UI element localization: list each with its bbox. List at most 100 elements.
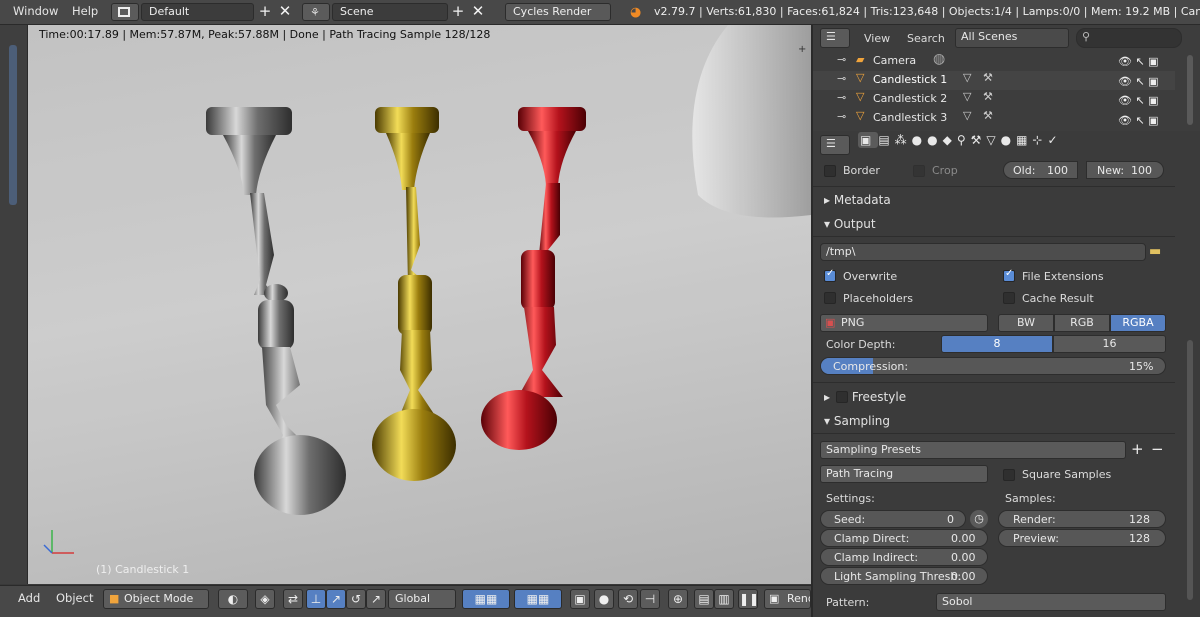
color-depth-label: Color Depth: xyxy=(826,338,896,351)
file-extensions-label: File Extensions xyxy=(1022,270,1104,283)
expand-icon: ⊸ xyxy=(837,110,847,123)
overwrite-checkbox[interactable]: ✓ xyxy=(824,268,836,282)
outliner-filter-select[interactable]: All Scenes xyxy=(955,28,1069,48)
manipulator-toggle-icon[interactable]: ⇄ xyxy=(283,589,303,609)
pattern-select[interactable]: Sobol xyxy=(936,593,1166,611)
proportional-icon[interactable]: ⊕ xyxy=(668,589,688,609)
tool-shelf-strip[interactable] xyxy=(0,25,28,584)
color-mode-bw[interactable]: BW xyxy=(998,314,1054,332)
placeholders-checkbox[interactable] xyxy=(824,292,836,304)
screen-layout-icon[interactable] xyxy=(111,3,139,21)
square-samples-label: Square Samples xyxy=(1022,468,1112,481)
render-anim-icon[interactable]: ▥ xyxy=(714,589,734,609)
rotate-icon[interactable]: ↺ xyxy=(346,589,366,609)
object-menu[interactable]: Object xyxy=(56,591,93,605)
square-samples-checkbox[interactable] xyxy=(1003,469,1015,481)
pause-icon[interactable]: ❚❚ xyxy=(738,589,759,609)
wrench-icon: ⚒ xyxy=(983,90,993,103)
outliner-editor-type-icon[interactable]: ☰ xyxy=(820,28,850,48)
add-menu[interactable]: Add xyxy=(18,591,40,605)
properties-tabs[interactable]: ▣ ▤⁂●●◆⚲⚒▽●▦⊹✓ xyxy=(858,132,1098,155)
output-panel-header[interactable]: ▾ Output xyxy=(824,217,876,231)
close-screen-icon[interactable]: ✕ xyxy=(276,3,294,21)
seed-clock-icon[interactable]: ◷ xyxy=(970,510,988,528)
integrator-select[interactable]: Path Tracing xyxy=(820,465,988,483)
scene-field[interactable]: Scene xyxy=(332,3,448,21)
add-scene-icon[interactable]: + xyxy=(449,3,467,21)
camera-icon: ▰ xyxy=(856,53,865,66)
cache-result-checkbox[interactable] xyxy=(1003,292,1015,304)
outliner-view-menu[interactable]: View xyxy=(864,32,890,45)
screen-layout-field[interactable]: Default xyxy=(141,3,254,21)
color-mode-rgba[interactable]: RGBA xyxy=(1110,314,1166,332)
viewport-shading-icon[interactable]: ◐ xyxy=(218,589,248,609)
3d-viewport[interactable] xyxy=(28,25,811,584)
border-checkbox[interactable] xyxy=(824,165,836,177)
add-screen-icon[interactable]: + xyxy=(256,3,274,21)
outliner-search-menu[interactable]: Search xyxy=(907,32,945,45)
outliner-search-input[interactable]: ⚲ xyxy=(1076,28,1182,48)
preview-samples-field[interactable]: Preview: 128 xyxy=(998,529,1166,547)
render-button[interactable]: ▣Rend xyxy=(764,589,811,609)
snap-icon[interactable]: ⟲ xyxy=(618,589,638,609)
window-menu[interactable]: Window xyxy=(13,4,58,18)
outliner-scrollbar[interactable] xyxy=(1187,55,1193,125)
remove-preset-icon[interactable]: − xyxy=(1151,441,1164,457)
mesh-data-icon: ▽ xyxy=(963,109,972,122)
mesh-data-icon: ▽ xyxy=(963,90,972,103)
folder-icon[interactable]: ▬ xyxy=(1149,244,1161,259)
clamp-direct-field[interactable]: Clamp Direct: 0.00 xyxy=(820,529,988,547)
sampling-presets-select[interactable]: Sampling Presets xyxy=(820,441,1126,459)
color-mode-rgb[interactable]: RGB xyxy=(1054,314,1110,332)
overwrite-label: Overwrite xyxy=(843,270,898,283)
wrench-icon: ⚒ xyxy=(983,71,993,84)
expand-icon: ⊸ xyxy=(837,72,847,85)
layers-icon[interactable]: ▦▦ xyxy=(462,589,510,609)
border-label: Border xyxy=(843,164,880,177)
old-frame-field[interactable]: Old: 100 xyxy=(1003,161,1078,179)
expand-icon: ⊸ xyxy=(837,91,847,104)
crop-label: Crop xyxy=(932,164,958,177)
metadata-panel-header[interactable]: ▸ Metadata xyxy=(824,193,891,207)
orientation-select[interactable]: Global xyxy=(388,589,456,609)
clamp-indirect-field[interactable]: Clamp Indirect: 0.00 xyxy=(820,548,988,566)
render-samples-field[interactable]: Render: 128 xyxy=(998,510,1166,528)
file-extensions-checkbox[interactable]: ✓ xyxy=(1003,268,1015,282)
manipulator-icon[interactable]: ⊥ xyxy=(306,589,326,609)
viewport-plus-icon[interactable]: + xyxy=(798,44,806,55)
crop-checkbox[interactable] xyxy=(913,165,925,177)
freestyle-panel-header[interactable]: ▸ Freestyle xyxy=(824,390,906,404)
render-dot-icon[interactable]: ● xyxy=(594,589,614,609)
translate-icon[interactable]: ↗ xyxy=(326,589,346,609)
color-depth-16[interactable]: 16 xyxy=(1053,335,1166,353)
compression-slider[interactable]: Compression: 15% xyxy=(820,357,1166,375)
outliner-restrict-icons[interactable]: 👁 ↖ ▣ 👁 ↖ ▣ 👁 ↖ ▣ 👁 ↖ ▣ xyxy=(1118,52,1178,128)
color-depth-8[interactable]: 8 xyxy=(941,335,1053,353)
render-engine-select[interactable]: Cycles Render xyxy=(505,3,611,21)
render-image-icon[interactable]: ▤ xyxy=(694,589,714,609)
search-icon: ⚲ xyxy=(1082,30,1091,43)
scale-icon[interactable]: ↗ xyxy=(366,589,386,609)
close-scene-icon[interactable]: ✕ xyxy=(469,3,487,21)
samples-label: Samples: xyxy=(1005,492,1056,505)
seed-field[interactable]: Seed: 0 xyxy=(820,510,966,528)
light-sampling-threshold-field[interactable]: Light Sampling Thresh: 0.00 xyxy=(820,567,988,585)
mode-select[interactable]: ■ Object Mode xyxy=(103,589,209,609)
help-menu[interactable]: Help xyxy=(72,4,98,18)
new-frame-field[interactable]: New: 100 xyxy=(1086,161,1164,179)
lock-camera-icon[interactable]: ▣ xyxy=(570,589,590,609)
output-path-input[interactable]: /tmp\ xyxy=(820,243,1146,261)
mesh-icon: ▽ xyxy=(856,90,865,103)
file-format-select[interactable]: ▣ PNG xyxy=(820,314,988,332)
properties-scrollbar[interactable] xyxy=(1187,340,1193,600)
scene-icon[interactable]: ⚘ xyxy=(302,3,330,21)
render-tab-icon: ▣ xyxy=(858,132,879,148)
pivot-icon[interactable]: ◈ xyxy=(255,589,275,609)
mesh-icon: ▽ xyxy=(856,109,865,122)
cache-result-label: Cache Result xyxy=(1022,292,1094,305)
add-preset-icon[interactable]: + xyxy=(1131,441,1144,457)
layers2-icon[interactable]: ▦▦ xyxy=(514,589,562,609)
sampling-panel-header[interactable]: ▾ Sampling xyxy=(824,414,890,428)
properties-editor-type-icon[interactable]: ☰ xyxy=(820,135,850,155)
snap-target-icon[interactable]: ⊣ xyxy=(640,589,660,609)
